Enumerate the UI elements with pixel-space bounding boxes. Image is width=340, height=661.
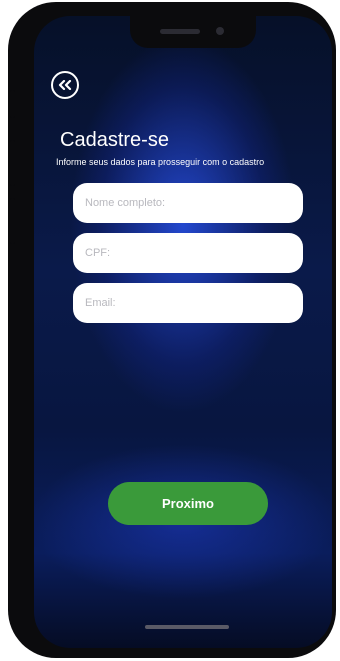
back-button[interactable] xyxy=(51,71,79,99)
phone-notch xyxy=(130,16,256,48)
front-camera xyxy=(216,27,224,35)
page-subtitle: Informe seus dados para prosseguir com o… xyxy=(56,157,265,167)
cpf-field[interactable] xyxy=(73,233,303,273)
home-indicator xyxy=(145,625,229,629)
side-button-volume-up xyxy=(10,140,15,186)
side-button-volume-down xyxy=(10,198,15,244)
double-chevron-left-icon xyxy=(58,80,72,90)
speaker-grille xyxy=(160,29,200,34)
email-field[interactable] xyxy=(73,283,303,323)
app-screen: Cadastre-se Informe seus dados para pros… xyxy=(34,16,332,648)
page-title: Cadastre-se xyxy=(60,129,169,151)
side-button-mute xyxy=(10,90,15,118)
full-name-field[interactable] xyxy=(73,183,303,223)
phone-frame: Cadastre-se Informe seus dados para pros… xyxy=(8,2,336,658)
next-button[interactable]: Proximo xyxy=(108,482,268,525)
